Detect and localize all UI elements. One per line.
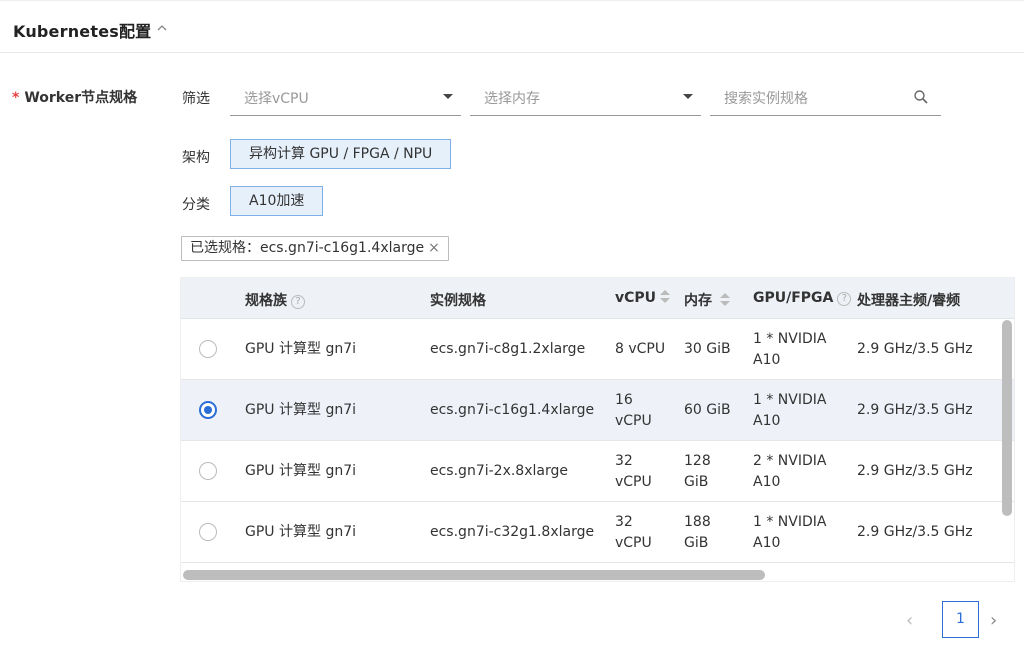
pagination-next-button[interactable]: › [990,610,1006,631]
worker-spec-label: * Worker节点规格 [12,87,137,107]
th-gpu-label: GPU/FPGA [753,290,834,306]
category-label: 分类 [182,197,210,213]
table-row[interactable]: GPU 计算型 gn7i ecs.gn7i-c16g1.4xlarge 16 v… [181,380,1014,441]
memory-select-placeholder: 选择内存 [484,91,540,107]
th-family: 规格族? [245,290,305,310]
table-header: 规格族? 实例规格 vCPU 内存 GPU/FPGA? 处理器主频/睿频 [181,278,1014,319]
pagination-prev-button[interactable]: ‹ [906,610,922,631]
cell-memory: 60 GiB [684,402,731,418]
cell-vcpu: 8 vCPU [615,341,666,357]
selected-spec-tag: 已选规格：ecs.gn7i-c16g1.4xlarge × [181,236,449,261]
cell-freq: 2.9 GHz/3.5 GHz [857,524,973,540]
horizontal-scrollbar[interactable] [183,570,765,580]
table-row[interactable]: GPU 计算型 gn7i ecs.gn7i-c8g1.2xlarge 8 vCP… [181,319,1014,380]
row-radio[interactable] [199,401,217,419]
cell-gpu: 1 * NVIDIA A10 [753,331,827,368]
close-icon[interactable]: × [428,237,440,260]
instance-search-placeholder: 搜索实例规格 [724,91,808,107]
table-row[interactable]: GPU 计算型 gn7i ecs.gn7i-2x.8xlarge 32 vCPU… [181,441,1014,502]
section-header: Kubernetes配置 [0,0,1024,53]
cell-freq: 2.9 GHz/3.5 GHz [857,463,973,479]
cell-family: GPU 计算型 gn7i [245,524,356,540]
worker-spec-label-text: Worker节点规格 [24,90,138,106]
cell-instance: ecs.gn7i-2x.8xlarge [430,463,568,479]
th-freq: 处理器主频/睿频 [857,293,961,309]
row-radio[interactable] [199,462,217,480]
th-vcpu-label: vCPU [615,290,657,306]
caret-down-icon [443,94,453,99]
cell-memory: 188 GiB [684,514,711,551]
th-gpu: GPU/FPGA? [753,290,852,306]
cell-instance: ecs.gn7i-c8g1.2xlarge [430,341,586,357]
th-family-label: 规格族 [245,293,287,309]
vcpu-select[interactable]: 选择vCPU [230,80,461,116]
sort-icon[interactable] [660,290,671,304]
cell-memory: 30 GiB [684,341,731,357]
category-chip-selected[interactable]: A10加速 [230,186,324,216]
vcpu-select-placeholder: 选择vCPU [244,91,309,107]
instance-search-input[interactable]: 搜索实例规格 [710,80,941,116]
cell-instance: ecs.gn7i-c32g1.8xlarge [430,524,595,540]
cell-family: GPU 计算型 gn7i [245,463,356,479]
arch-label: 架构 [182,150,210,166]
cell-family: GPU 计算型 gn7i [245,341,356,357]
th-memory[interactable]: 内存 [684,290,730,310]
sort-icon[interactable] [720,293,730,307]
help-icon[interactable]: ? [291,295,305,309]
selected-spec-text: 已选规格：ecs.gn7i-c16g1.4xlarge [190,240,425,256]
required-mark: * [12,90,20,106]
caret-down-icon [683,94,693,99]
cell-gpu: 1 * NVIDIA A10 [753,392,827,429]
pagination-page-current[interactable]: 1 [942,601,979,638]
cell-freq: 2.9 GHz/3.5 GHz [857,341,973,357]
instance-table: 规格族? 实例规格 vCPU 内存 GPU/FPGA? 处理器主频/睿频 GPU… [180,277,1015,582]
cell-vcpu: 32 vCPU [615,514,652,551]
filter-label: 筛选 [182,91,210,107]
th-instance: 实例规格 [430,293,486,309]
table-row[interactable]: GPU 计算型 gn7i ecs.gn7i-c32g1.8xlarge 32 v… [181,502,1014,563]
search-icon[interactable] [913,89,929,105]
cell-freq: 2.9 GHz/3.5 GHz [857,402,973,418]
cell-instance: ecs.gn7i-c16g1.4xlarge [430,402,595,418]
chevron-up-icon[interactable] [156,23,168,33]
th-vcpu[interactable]: vCPU [615,290,671,306]
cell-vcpu: 32 vCPU [615,453,652,490]
cell-gpu: 2 * NVIDIA A10 [753,453,827,490]
section-title: Kubernetes配置 [13,22,152,41]
vertical-scrollbar[interactable] [1002,320,1012,516]
cell-memory: 128 GiB [684,453,711,490]
help-icon[interactable]: ? [837,292,852,306]
row-radio[interactable] [199,340,217,358]
th-memory-label: 内存 [684,293,712,309]
arch-chip-selected[interactable]: 异构计算 GPU / FPGA / NPU [230,139,452,169]
cell-gpu: 1 * NVIDIA A10 [753,514,827,551]
memory-select[interactable]: 选择内存 [470,80,701,116]
cell-family: GPU 计算型 gn7i [245,402,356,418]
cell-vcpu: 16 vCPU [615,392,652,429]
row-radio[interactable] [199,523,217,541]
